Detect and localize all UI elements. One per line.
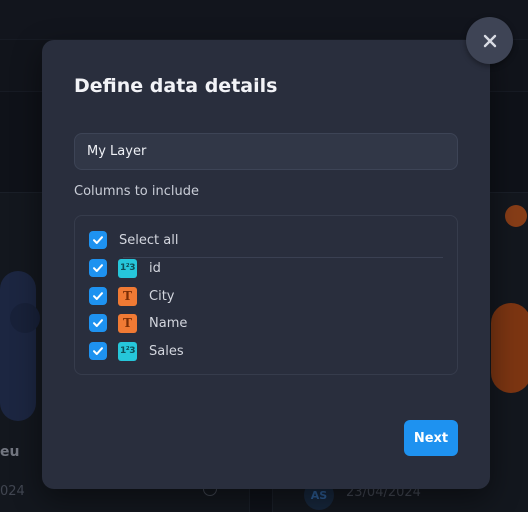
check-icon <box>93 264 103 272</box>
text-type-icon: T <box>118 286 137 306</box>
column-checkbox[interactable] <box>89 314 107 332</box>
check-icon <box>93 319 103 327</box>
column-checkbox[interactable] <box>89 342 107 360</box>
column-name: City <box>149 288 175 304</box>
column-name: id <box>149 260 161 276</box>
check-icon <box>93 292 103 300</box>
define-data-details-dialog: Define data details Columns to include S… <box>42 40 490 489</box>
column-row-id[interactable]: 1²3 id <box>89 257 161 279</box>
check-icon <box>93 236 103 244</box>
divider <box>123 257 443 258</box>
column-checkbox[interactable] <box>89 259 107 277</box>
column-checkbox[interactable] <box>89 287 107 305</box>
column-name: Name <box>149 315 188 331</box>
text-type-icon: T <box>118 313 137 333</box>
next-button[interactable]: Next <box>404 420 458 456</box>
dialog-title: Define data details <box>74 75 278 97</box>
close-button[interactable] <box>466 17 513 64</box>
select-all-row[interactable]: Select all <box>89 229 178 251</box>
columns-label: Columns to include <box>74 184 199 199</box>
column-row-sales[interactable]: 1²3 Sales <box>89 340 184 362</box>
column-name: Sales <box>149 343 184 359</box>
column-row-name[interactable]: T Name <box>89 312 187 334</box>
column-row-city[interactable]: T City <box>89 285 174 307</box>
number-type-icon: 1²3 <box>118 341 137 361</box>
select-all-checkbox[interactable] <box>89 231 107 249</box>
layer-name-input[interactable] <box>74 133 458 170</box>
select-all-label: Select all <box>119 232 179 248</box>
number-type-icon: 1²3 <box>118 258 137 278</box>
check-icon <box>93 347 103 355</box>
close-icon <box>483 34 496 47</box>
columns-list: Select all 1²3 id T City T Name 1²3 Sale… <box>74 215 458 375</box>
